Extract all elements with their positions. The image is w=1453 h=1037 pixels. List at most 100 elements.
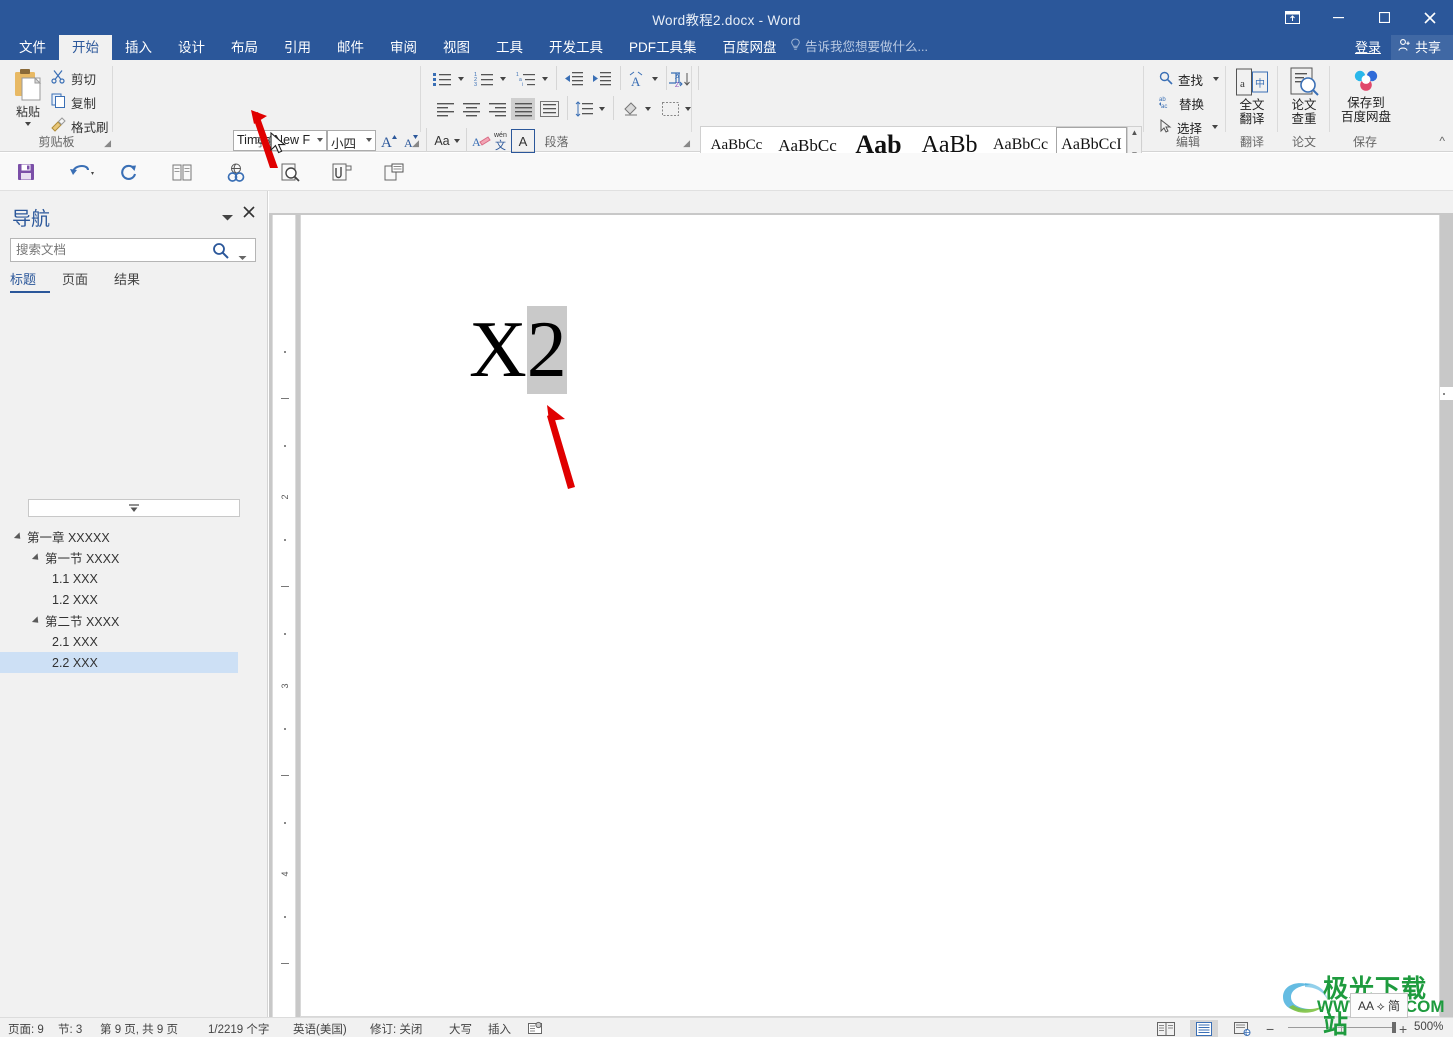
ribbon-tab-6[interactable]: 邮件 (324, 35, 377, 60)
undo-icon[interactable] (62, 159, 102, 185)
line-spacing-dropdown-icon[interactable] (596, 98, 608, 120)
status-section[interactable]: 节: 3 (58, 1021, 82, 1037)
collapse-all-icon[interactable] (28, 499, 240, 517)
save-to-baidu-button[interactable]: 保存到 百度网盘 (1340, 66, 1392, 124)
ribbon-tab-11[interactable]: PDF工具集 (616, 35, 710, 60)
ribbon-tab-4[interactable]: 布局 (218, 35, 271, 60)
multilevel-list-button[interactable]: 1ai (513, 68, 539, 90)
document-page[interactable]: X2 (300, 215, 1440, 1017)
expand-triangle-icon[interactable] (31, 552, 42, 563)
select-dropdown-icon[interactable] (1212, 125, 1219, 129)
ribbon-tab-2[interactable]: 插入 (112, 35, 165, 60)
nav-tab-2[interactable]: 结果 (114, 269, 154, 293)
cut-button[interactable]: 剪切 (48, 68, 99, 88)
zoom-in-button[interactable]: + (1399, 1021, 1407, 1037)
bullets-button[interactable] (429, 68, 455, 90)
zoom-slider-track[interactable] (1288, 1027, 1396, 1028)
find-button[interactable]: 查找 (1156, 68, 1222, 90)
font-dialog-launcher[interactable]: ◢ (412, 138, 419, 149)
copy-button[interactable]: 复制 (48, 92, 99, 112)
status-caps[interactable]: 大写 (449, 1021, 472, 1037)
numbering-button[interactable]: 123 (471, 68, 497, 90)
expand-triangle-icon[interactable] (13, 531, 24, 542)
nav-tab-1[interactable]: 页面 (62, 269, 102, 293)
nav-heading-4[interactable]: 第二节 XXXX (0, 610, 238, 631)
zoom-out-button[interactable]: − (1266, 1021, 1274, 1037)
zoom-slider-handle[interactable] (1392, 1022, 1396, 1033)
replace-button[interactable]: ab ac 替换 (1156, 92, 1207, 114)
ribbon-tab-1[interactable]: 开始 (59, 35, 112, 60)
nav-heading-3[interactable]: 1.2 XXX (0, 589, 238, 610)
web-layout-icon[interactable] (1228, 1020, 1256, 1037)
document-text[interactable]: X2 (469, 306, 567, 394)
nav-heading-5[interactable]: 2.1 XXX (0, 631, 238, 652)
minimize-button[interactable] (1315, 0, 1361, 35)
ribbon-tab-10[interactable]: 开发工具 (536, 35, 616, 60)
collapse-ribbon-button[interactable]: ^ (1439, 134, 1445, 148)
show-paragraph-marks-button[interactable] (664, 68, 688, 90)
search-options-dropdown-icon[interactable] (238, 248, 247, 266)
thesis-check-button[interactable]: 论文 查重 (1279, 66, 1329, 126)
nav-heading-0[interactable]: 第一章 XXXXX (0, 526, 238, 547)
distribute-button[interactable] (537, 98, 561, 120)
vertical-ruler[interactable]: 2345 (272, 215, 296, 1017)
ribbon-tab-7[interactable]: 审阅 (377, 35, 430, 60)
paragraph-dialog-launcher[interactable]: ◢ (683, 138, 690, 149)
status-word-count[interactable]: 1/2219 个字 (208, 1021, 269, 1037)
nav-heading-6[interactable]: 2.2 XXX (0, 652, 238, 673)
paragraph-shading-button[interactable] (618, 98, 642, 120)
align-center-button[interactable] (459, 98, 483, 120)
align-right-button[interactable] (485, 98, 509, 120)
status-insert[interactable]: 插入 (488, 1021, 511, 1037)
asian-layout-dropdown-icon[interactable] (649, 68, 661, 90)
search-icon[interactable] (212, 242, 229, 264)
print-layout-icon[interactable] (1190, 1020, 1218, 1037)
line-spacing-button[interactable] (572, 98, 596, 120)
ribbon-tab-9[interactable]: 工具 (483, 35, 536, 60)
compare-documents-icon[interactable] (168, 159, 196, 185)
bullets-dropdown-icon[interactable] (455, 68, 467, 90)
zoom-level-label[interactable]: 500% (1414, 1021, 1443, 1033)
hyperlink-icon[interactable] (222, 159, 250, 185)
expand-triangle-icon[interactable] (31, 615, 42, 626)
nav-heading-1[interactable]: 第一节 XXXX (0, 547, 238, 568)
ribbon-tab-12[interactable]: 百度网盘 (710, 35, 790, 60)
multilevel-dropdown-icon[interactable] (539, 68, 551, 90)
save-icon[interactable] (12, 159, 40, 185)
status-page-of[interactable]: 第 9 页, 共 9 页 (100, 1021, 178, 1037)
new-comment-icon[interactable] (380, 159, 408, 185)
paragraph-shading-dropdown-icon[interactable] (642, 98, 654, 120)
ribbon-tab-8[interactable]: 视图 (430, 35, 483, 60)
redo-icon[interactable] (114, 159, 142, 185)
ribbon-tab-0[interactable]: 文件 (6, 35, 59, 60)
print-preview-icon[interactable] (276, 159, 304, 185)
sign-in-link[interactable]: 登录 (1345, 35, 1391, 60)
chevron-down-icon[interactable] (221, 209, 234, 227)
ribbon-tab-3[interactable]: 设计 (165, 35, 218, 60)
clipboard-dialog-launcher[interactable]: ◢ (104, 138, 111, 149)
read-mode-icon[interactable] (1152, 1020, 1180, 1037)
status-track-changes[interactable]: 修订: 关闭 (370, 1021, 422, 1037)
gallery-scroll-up-icon[interactable]: ▲ (1131, 127, 1139, 139)
nav-heading-2[interactable]: 1.1 XXX (0, 568, 238, 589)
paste-button[interactable]: 粘贴 (6, 66, 50, 128)
close-icon[interactable] (243, 205, 255, 222)
ribbon-display-options-icon[interactable] (1271, 0, 1313, 35)
borders-button[interactable] (658, 98, 682, 120)
tell-me-box[interactable]: 告诉我您想要做什么... (790, 35, 928, 60)
horizontal-ruler[interactable]: 12345 (269, 191, 1453, 417)
increase-indent-button[interactable] (589, 68, 615, 90)
search-input[interactable] (11, 239, 209, 261)
nav-tab-0[interactable]: 标题 (10, 269, 51, 293)
ribbon-tab-5[interactable]: 引用 (271, 35, 324, 60)
maximize-button[interactable] (1361, 0, 1407, 35)
status-page-number[interactable]: 页面: 9 (8, 1021, 44, 1037)
numbering-dropdown-icon[interactable] (497, 68, 509, 90)
share-button[interactable]: 共享 (1390, 35, 1453, 60)
asian-layout-button[interactable]: A (625, 68, 649, 90)
attachment-icon[interactable] (328, 159, 356, 185)
macro-record-icon[interactable] (528, 1021, 542, 1037)
navigation-search-box[interactable] (10, 238, 256, 262)
status-language[interactable]: 英语(美国) (293, 1021, 347, 1037)
close-button[interactable] (1407, 0, 1453, 35)
